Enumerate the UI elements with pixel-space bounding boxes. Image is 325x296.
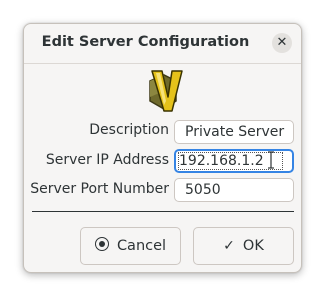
- server-ip-label: Server IP Address: [45, 152, 169, 168]
- text-cursor-icon: [268, 151, 274, 169]
- dialog-titlebar: Edit Server Configuration ✕: [24, 24, 301, 64]
- server-ip-field[interactable]: 192.168.1.2: [174, 149, 294, 173]
- cancel-button[interactable]: Cancel: [80, 227, 181, 265]
- close-icon: ✕: [276, 35, 288, 50]
- ok-button-label: OK: [242, 238, 264, 254]
- separator: [32, 211, 294, 212]
- server-app-logo-icon: [149, 70, 183, 112]
- server-port-field[interactable]: 5050: [174, 178, 294, 202]
- close-button[interactable]: ✕: [272, 33, 292, 53]
- description-label: Description: [89, 122, 169, 138]
- description-field[interactable]: Private Server: [174, 120, 294, 144]
- checkmark-icon: ✓: [223, 238, 235, 254]
- dialog-title: Edit Server Configuration: [41, 34, 250, 50]
- cancel-button-label: Cancel: [116, 238, 167, 254]
- edit-server-dialog: Edit Server Configuration ✕ Description …: [23, 23, 302, 273]
- ok-button[interactable]: ✓ OK: [193, 227, 294, 265]
- screen: Edit Server Configuration ✕ Description …: [0, 0, 325, 296]
- cancel-icon: [94, 237, 109, 251]
- server-port-label: Server Port Number: [30, 181, 169, 197]
